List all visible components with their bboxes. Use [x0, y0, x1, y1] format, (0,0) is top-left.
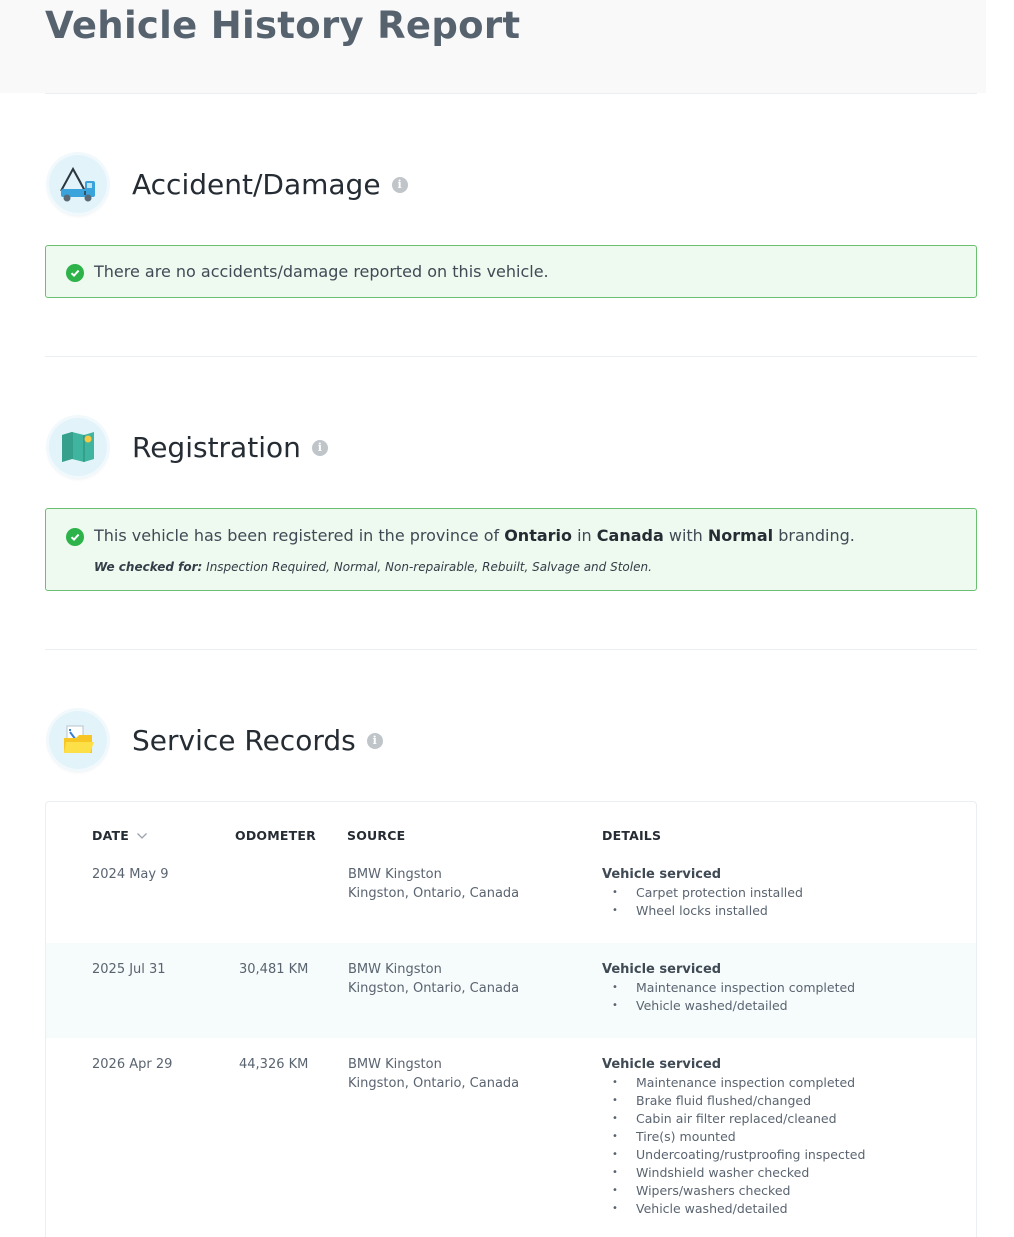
row-details: Vehicle serviced Maintenance inspection … — [602, 1055, 865, 1218]
detail-item: Vehicle washed/detailed — [602, 1200, 865, 1218]
page-header: Vehicle History Report — [0, 0, 986, 93]
detail-item: Wheel locks installed — [602, 902, 803, 920]
detail-item: Maintenance inspection completed — [602, 1074, 865, 1092]
table-row: 2026 Apr 29 44,326 KM BMW Kingston Kings… — [46, 1038, 976, 1237]
row-odometer: 44,326 KM — [239, 1057, 309, 1072]
divider — [45, 356, 977, 357]
row-details: Vehicle serviced Carpet protection insta… — [602, 865, 803, 920]
check-circle-icon — [66, 264, 84, 282]
section-title-accident: Accident/Damage i — [132, 168, 408, 201]
service-title: Service Records — [132, 724, 356, 757]
registration-msg-part: with — [663, 526, 708, 545]
detail-item: Undercoating/rustproofing inspected — [602, 1146, 865, 1164]
check-circle-icon — [66, 528, 84, 546]
detail-item: Maintenance inspection completed — [602, 979, 855, 997]
registration-branding: Normal — [707, 526, 774, 545]
accident-message: There are no accidents/damage reported o… — [94, 262, 549, 281]
registration-message: This vehicle has been registered in the … — [94, 526, 855, 545]
divider — [45, 649, 977, 650]
detail-item: Carpet protection installed — [602, 884, 803, 902]
source-name: BMW Kingston — [348, 1057, 442, 1072]
checked-for-list: Inspection Required, Normal, Non-repaira… — [202, 560, 652, 574]
map-icon — [49, 418, 107, 476]
section-title-registration: Registration i — [132, 431, 328, 464]
source-location: Kingston, Ontario, Canada — [348, 886, 520, 901]
source-location: Kingston, Ontario, Canada — [348, 981, 520, 996]
checked-for-note: We checked for: Inspection Required, Nor… — [94, 560, 652, 574]
column-header-date-label: DATE — [92, 828, 129, 843]
detail-item: Vehicle washed/detailed — [602, 997, 855, 1015]
registration-msg-part: branding. — [773, 526, 855, 545]
page-title: Vehicle History Report — [45, 4, 521, 47]
folder-icon — [49, 711, 107, 769]
registration-country: Canada — [596, 526, 664, 545]
row-date: 2024 May 9 — [92, 867, 169, 882]
table-row: 2025 Jul 31 30,481 KM BMW Kingston Kings… — [46, 943, 976, 1038]
source-location: Kingston, Ontario, Canada — [348, 1076, 520, 1091]
divider — [45, 93, 977, 94]
detail-list: Maintenance inspection completed Brake f… — [602, 1074, 865, 1218]
row-source: BMW Kingston Kingston, Ontario, Canada — [348, 960, 519, 998]
info-icon[interactable]: i — [391, 176, 408, 193]
detail-item: Brake fluid flushed/changed — [602, 1092, 865, 1110]
service-records-table: DATE ODOMETER SOURCE DETAILS 2024 May 9 … — [45, 801, 977, 1237]
chevron-down-icon — [136, 832, 147, 839]
accident-title: Accident/Damage — [132, 168, 381, 201]
detail-title: Vehicle serviced — [602, 962, 722, 977]
accident-alert: There are no accidents/damage reported o… — [45, 245, 977, 298]
column-header-details[interactable]: DETAILS — [602, 828, 661, 843]
registration-alert: This vehicle has been registered in the … — [45, 508, 977, 591]
row-source: BMW Kingston Kingston, Ontario, Canada — [348, 1055, 519, 1093]
column-header-date[interactable]: DATE — [92, 828, 148, 843]
row-date: 2025 Jul 31 — [92, 962, 166, 977]
row-date: 2026 Apr 29 — [92, 1057, 173, 1072]
detail-item: Cabin air filter replaced/cleaned — [602, 1110, 865, 1128]
detail-list: Maintenance inspection completed Vehicle… — [602, 979, 855, 1015]
registration-province: Ontario — [504, 526, 573, 545]
detail-item: Wipers/washers checked — [602, 1182, 865, 1200]
table-row: 2024 May 9 BMW Kingston Kingston, Ontari… — [46, 848, 976, 943]
column-header-odometer[interactable]: ODOMETER — [235, 828, 316, 843]
column-header-source[interactable]: SOURCE — [347, 828, 405, 843]
row-source: BMW Kingston Kingston, Ontario, Canada — [348, 865, 519, 903]
info-icon[interactable]: i — [366, 732, 383, 749]
detail-item: Windshield washer checked — [602, 1164, 865, 1182]
checked-for-label: We checked for: — [94, 560, 203, 574]
row-odometer: 30,481 KM — [239, 962, 309, 977]
registration-msg-part: in — [572, 526, 597, 545]
registration-msg-part: This vehicle has been registered in the … — [94, 526, 505, 545]
source-name: BMW Kingston — [348, 867, 442, 882]
source-name: BMW Kingston — [348, 962, 442, 977]
detail-title: Vehicle serviced — [602, 867, 722, 882]
detail-list: Carpet protection installed Wheel locks … — [602, 884, 803, 920]
row-details: Vehicle serviced Maintenance inspection … — [602, 960, 855, 1015]
section-title-service: Service Records i — [132, 724, 383, 757]
registration-title: Registration — [132, 431, 301, 464]
detail-title: Vehicle serviced — [602, 1057, 722, 1072]
tow-truck-icon — [49, 155, 107, 213]
info-icon[interactable]: i — [311, 439, 328, 456]
detail-item: Tire(s) mounted — [602, 1128, 865, 1146]
